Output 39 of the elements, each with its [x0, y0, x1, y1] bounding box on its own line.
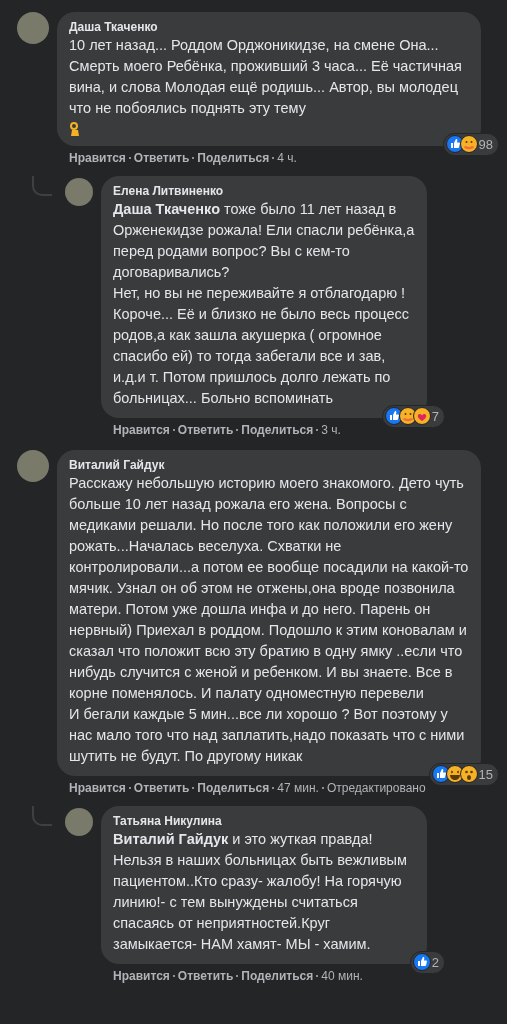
action-link[interactable]: Ответить [133, 780, 190, 796]
author-name[interactable]: Виталий Гайдук [69, 457, 469, 473]
reactions-badge[interactable]: 15 [428, 762, 499, 786]
action-link[interactable]: Поделиться [241, 422, 314, 438]
comment-text: Даша Ткаченко тоже было 11 лет назад в Орженекидзе рожала! Ели спасли ребёнка,а перед родами вопрос? Вы с кем-то договаривались? [113, 200, 415, 282]
timestamp-link[interactable]: 47 мин. [277, 780, 319, 796]
timestamp-link[interactable]: 4 ч. [277, 150, 297, 166]
action-link[interactable]: Поделиться [197, 150, 270, 166]
surprised-emoji-icon [459, 765, 478, 784]
author-name[interactable]: Татьяна Никулина [113, 813, 415, 829]
avatar[interactable] [65, 178, 93, 206]
action-link[interactable]: Нравится [69, 780, 126, 796]
action-link[interactable]: Ответить [133, 150, 190, 166]
hug-emoji-icon [459, 135, 478, 154]
avatar[interactable] [17, 12, 49, 44]
edited-label: Отредактировано [326, 780, 426, 796]
avatar[interactable] [17, 450, 49, 482]
thread-line [32, 806, 52, 826]
author-name[interactable]: Даша Ткаченко [69, 19, 469, 35]
reactions-badge[interactable]: 7 [381, 404, 445, 428]
action-link[interactable]: Поделиться [241, 968, 314, 984]
comment-text: Расскажу небольшую историю моего знакомого. Дето чуть больше 10 лет назад рожала его жена. Вопросы с медиками решали. Но после того как положили его жену рожать...Началась веселуха. Схватки не контролировали...а потом ее вообще посадили на какой-то мячик. Узнал он об этом не отжены,она вроде позвонила матери. Потом уже дошла инфа и до него. Парень он нервный) Приехал в роддом. Подошло к этим коновалам и сказал что положит всю эту братию в одну ямку ..если что нибудь случится с женой и ребенком. И вы знаете. Все в корне поменялось. И палату одноместную перевели [69, 474, 469, 703]
action-link[interactable]: Нравится [69, 150, 126, 166]
reactions-badge[interactable]: 2 [409, 950, 445, 974]
author-name[interactable]: Елена Литвиненко [113, 183, 415, 199]
avatar[interactable] [65, 808, 93, 836]
action-link[interactable]: Нравится [113, 422, 170, 438]
comment-text: 10 лет назад... Роддом Орджоникидзе, на смене Она... Смерть моего Ребёнка, проживший 3 часа... Её частичная вина, и слова Молодая ещё родишь... Автор, вы молодец что не побоялись поднять эту тему [69, 36, 463, 118]
action-link[interactable]: Поделиться [197, 780, 270, 796]
thread-line [32, 176, 52, 196]
action-link[interactable]: Ответить [177, 968, 234, 984]
heart-emoji-icon [412, 407, 431, 426]
thumbs-up-icon [412, 953, 431, 972]
comment-text: Виталий Гайдук и это жуткая правда! Нельзя в наших больницах быть вежливым пациентом..Кто сразу- жалобу! На горячую линию!- с тем вынуждены считаться спасаясь от неприятностей.Круг замыкается- НАМ хамят- МЫ - хамим. [113, 830, 408, 954]
action-link[interactable]: Нравится [113, 968, 170, 984]
timestamp-link[interactable]: 3 ч. [321, 422, 341, 438]
reactions-badge[interactable]: 98 [442, 132, 499, 156]
action-link[interactable]: Ответить [177, 422, 234, 438]
timestamp-link[interactable]: 40 мин. [321, 968, 363, 984]
